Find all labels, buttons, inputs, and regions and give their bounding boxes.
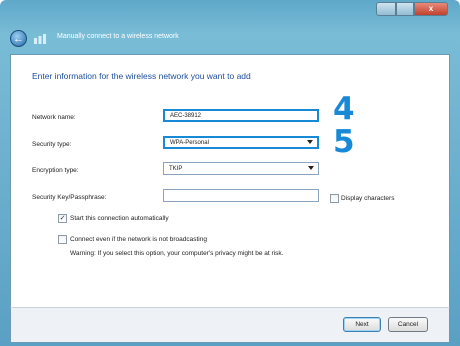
dialog-content [10, 54, 450, 308]
check-icon: ✓ [59, 215, 66, 222]
encryption-type-value: TKIP [169, 165, 183, 172]
cancel-button-label: Cancel [397, 321, 419, 328]
auto-start-checkbox[interactable]: ✓ [58, 214, 67, 223]
next-button-label: Next [355, 321, 369, 328]
maximize-button[interactable] [396, 2, 414, 16]
security-type-dropdown[interactable]: WPA-Personal [163, 136, 319, 149]
step-5-callout: 5 [333, 124, 355, 160]
wireless-network-icon [34, 34, 46, 44]
privacy-warning-text: Warning: If you select this option, your… [70, 250, 284, 257]
window-controls: x [376, 2, 448, 16]
display-characters-checkbox[interactable] [330, 194, 339, 203]
security-key-input[interactable] [163, 189, 319, 202]
encryption-type-label: Encryption type: [32, 167, 79, 174]
security-type-label: Security type: [32, 141, 72, 148]
cancel-button[interactable]: Cancel [388, 317, 428, 332]
step-4-callout: 4 [333, 91, 355, 127]
encryption-type-dropdown[interactable]: TKIP [163, 162, 319, 175]
close-icon: x [428, 4, 434, 13]
auto-start-label: Start this connection automatically [70, 215, 169, 222]
window-title: Manually connect to a wireless network [57, 33, 179, 40]
next-button[interactable]: Next [343, 317, 381, 332]
chevron-down-icon [307, 140, 313, 144]
network-name-value: AEC-38912 [170, 112, 202, 119]
network-name-label: Network name: [32, 114, 76, 121]
security-key-label: Security Key/Passphrase: [32, 194, 107, 201]
back-button[interactable]: ← [10, 30, 27, 47]
security-type-value: WPA-Personal [170, 139, 209, 146]
connect-hidden-checkbox[interactable] [58, 235, 67, 244]
connect-hidden-label: Connect even if the network is not broad… [70, 236, 207, 243]
title-bar: ← Manually connect to a wireless network [0, 24, 460, 54]
chevron-down-icon [308, 166, 314, 170]
network-name-input[interactable]: AEC-38912 [163, 109, 319, 122]
display-characters-label: Display characters [341, 195, 395, 202]
back-arrow-icon: ← [13, 32, 24, 45]
close-button[interactable]: x [414, 2, 448, 16]
dialog-footer [10, 307, 450, 343]
page-heading: Enter information for the wireless netwo… [32, 71, 251, 81]
minimize-button[interactable] [376, 2, 396, 16]
